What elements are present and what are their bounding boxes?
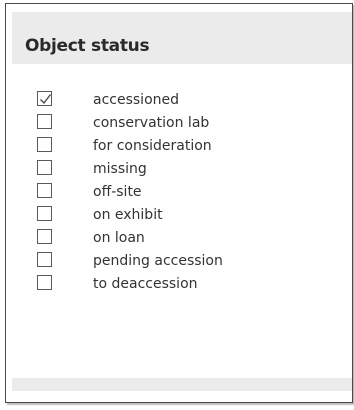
status-option-label: off-site bbox=[93, 184, 142, 200]
checkbox[interactable] bbox=[37, 275, 52, 290]
status-option[interactable]: for consideration bbox=[37, 137, 337, 157]
status-option-label: to deaccession bbox=[93, 276, 198, 292]
panel-footer bbox=[12, 378, 352, 391]
checkmark-icon bbox=[40, 94, 52, 105]
status-option[interactable]: to deaccession bbox=[37, 275, 337, 295]
status-option-label: for consideration bbox=[93, 138, 212, 154]
status-option[interactable]: on exhibit bbox=[37, 206, 337, 226]
status-list bbox=[12, 64, 352, 390]
status-option[interactable]: off-site bbox=[37, 183, 337, 203]
panel-title: Object status bbox=[25, 36, 150, 56]
status-option-label: pending accession bbox=[93, 253, 223, 269]
status-option[interactable]: conservation lab bbox=[37, 114, 337, 134]
status-option[interactable]: pending accession bbox=[37, 252, 337, 272]
checkbox[interactable] bbox=[37, 183, 52, 198]
status-option-label: on exhibit bbox=[93, 207, 163, 223]
status-option[interactable]: on loan bbox=[37, 229, 337, 249]
status-option-label: conservation lab bbox=[93, 115, 210, 131]
checkbox[interactable] bbox=[37, 252, 52, 267]
checkbox[interactable] bbox=[37, 91, 52, 106]
status-option-label: on loan bbox=[93, 230, 145, 246]
checkbox[interactable] bbox=[37, 114, 52, 129]
status-option-label: missing bbox=[93, 161, 147, 177]
status-option-label: accessioned bbox=[93, 92, 180, 108]
status-option[interactable]: missing bbox=[37, 160, 337, 180]
checkbox[interactable] bbox=[37, 229, 52, 244]
checkbox[interactable] bbox=[37, 160, 52, 175]
checkbox[interactable] bbox=[37, 206, 52, 221]
checkbox[interactable] bbox=[37, 137, 52, 152]
status-option[interactable]: accessioned bbox=[37, 91, 337, 111]
